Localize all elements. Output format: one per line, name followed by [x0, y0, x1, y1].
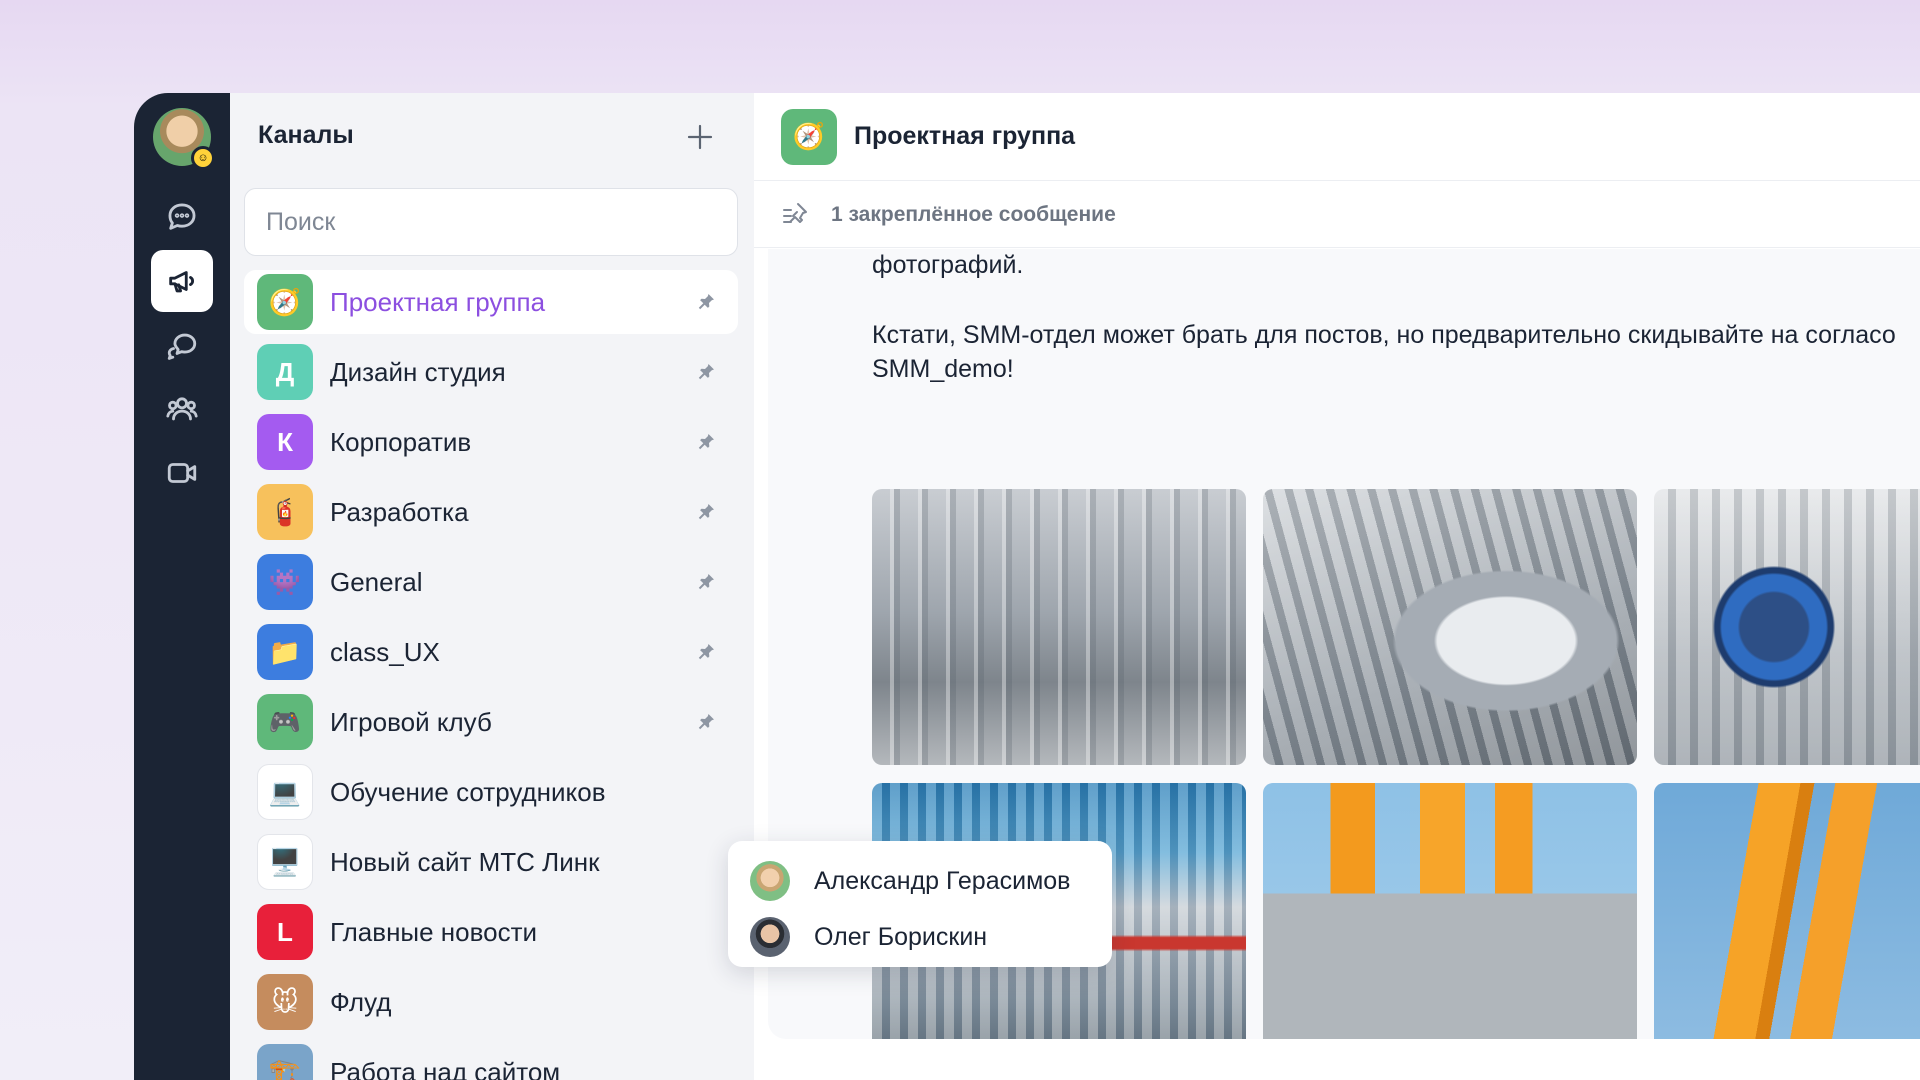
sidebar-item-label: class_UX — [330, 636, 440, 667]
sidebar-item-channel[interactable]: 👾 General — [244, 550, 738, 614]
pin-icon[interactable] — [696, 642, 716, 662]
chat-header: 🧭 Проектная группа — [754, 93, 1920, 181]
sidebar-item-channel[interactable]: 🖥️ Новый сайт МТС Линк — [244, 830, 738, 894]
nav-rail: ☺ — [134, 93, 230, 1080]
sidebar-item-label: Обучение сотрудников — [330, 776, 606, 807]
pin-icon[interactable] — [696, 502, 716, 522]
sidebar-item-label: Флуд — [330, 986, 392, 1017]
sidebar-item-label: Дизайн студия — [330, 356, 506, 387]
avatar — [750, 917, 790, 957]
sidebar-item-channel[interactable]: 🧯 Разработка — [244, 480, 738, 544]
sidebar-item-label: Работа над сайтом — [330, 1056, 561, 1080]
folder-icon: 📁 — [257, 624, 313, 680]
compass-icon: 🧭 — [257, 274, 313, 330]
plus-icon — [687, 124, 713, 150]
sidebar-item-label: Игровой клуб — [330, 706, 492, 737]
nav-chats-button[interactable] — [151, 186, 213, 248]
laptop-icon: 💻 — [257, 764, 313, 820]
threads-icon — [167, 333, 197, 360]
sidebar-item-label: Проектная группа — [330, 286, 546, 317]
status-emoji-icon[interactable]: ☺ — [191, 146, 215, 170]
nav-contacts-button[interactable] — [151, 378, 213, 440]
channel-list: 🧭 Проектная группа Д Дизайн студия К Корпорат… — [244, 270, 738, 1080]
reacted-user[interactable]: Олег Борискин — [750, 909, 1112, 965]
sidebar-item-channel[interactable]: 🏗️ Работа над сайтом — [244, 1040, 738, 1080]
sidebar-title: Каналы — [258, 121, 354, 149]
compass-icon: 🧭 — [792, 121, 826, 151]
nav-calls-button[interactable] — [151, 442, 213, 504]
megaphone-icon — [169, 271, 195, 293]
fire-extinguisher-icon: 🧯 — [257, 484, 313, 540]
sidebar-item-channel[interactable]: 💻 Обучение сотрудников — [244, 760, 738, 824]
pinned-message-bar[interactable]: 1 закреплённое сообщение — [754, 182, 1920, 248]
photo-attachment[interactable] — [1654, 489, 1920, 765]
message-text: SMM_demo! — [872, 355, 1014, 383]
photo-attachment[interactable] — [1654, 783, 1920, 1039]
chat-bubble-icon — [168, 203, 196, 230]
sidebar-item-channel[interactable]: 📁 class_UX — [244, 620, 738, 684]
photo-attachment[interactable] — [872, 489, 1246, 765]
search-input[interactable] — [244, 188, 738, 256]
reacted-user[interactable]: Александр Герасимов — [750, 853, 1112, 909]
mouse-avatar: 🐭 — [257, 974, 313, 1030]
construction-icon: 🏗️ — [257, 1044, 313, 1080]
gamepad-icon: 🎮 — [257, 694, 313, 750]
message-text: фотографий. — [872, 251, 1024, 279]
sidebar-item-label: General — [330, 566, 423, 597]
pin-icon[interactable] — [696, 432, 716, 452]
letter-avatar: Д — [257, 344, 313, 400]
sidebar-item-channel[interactable]: 🧭 Проектная группа — [244, 270, 738, 334]
channel-avatar[interactable]: 🧭 — [781, 108, 837, 165]
sidebar-item-label: Разработка — [330, 496, 469, 527]
sidebar-item-label: Главные новости — [330, 916, 538, 947]
pin-icon[interactable] — [696, 712, 716, 732]
sidebar-item-channel[interactable]: 🎮 Игровой клуб — [244, 690, 738, 754]
sidebar-item-label: Новый сайт МТС Линк — [330, 846, 600, 877]
sidebar-item-channel[interactable]: Д Дизайн студия — [244, 340, 738, 404]
website-icon: 🖥️ — [257, 834, 313, 890]
letter-avatar: К — [257, 414, 313, 470]
nav-threads-button[interactable] — [151, 314, 213, 376]
add-channel-button[interactable] — [680, 117, 720, 157]
user-avatar[interactable]: ☺ — [153, 108, 215, 170]
video-camera-icon — [167, 463, 197, 483]
pin-icon[interactable] — [696, 362, 716, 382]
mts-link-logo-icon: L — [257, 904, 313, 960]
photo-attachment[interactable] — [1263, 783, 1637, 1039]
photo-attachment[interactable] — [1263, 489, 1637, 765]
pin-icon[interactable] — [696, 572, 716, 592]
user-name: Олег Борискин — [814, 922, 988, 951]
user-name: Александр Герасимов — [814, 866, 1071, 895]
channels-sidebar: Каналы 🧭 Проектная группа Д Дизайн студия КК… — [230, 93, 754, 1080]
reacted-users-popover: Александр Герасимов Олег Борискин — [728, 841, 1112, 967]
sidebar-item-channel[interactable]: 🐭 Флуд — [244, 970, 738, 1034]
people-icon — [166, 397, 198, 421]
sidebar-item-channel[interactable]: К Корпоратив — [244, 410, 738, 474]
nav-channels-button[interactable] — [151, 250, 213, 312]
pin-list-icon — [783, 202, 807, 223]
alien-icon: 👾 — [257, 554, 313, 610]
message-text: Кстати, SMM-отдел может брать для постов… — [872, 321, 1896, 349]
pinned-message-text: 1 закреплённое сообщение — [831, 202, 1116, 226]
sidebar-item-label: Корпоратив — [330, 426, 472, 457]
chat-title[interactable]: Проектная группа — [854, 122, 1075, 151]
sidebar-item-channel[interactable]: L Главные новости — [244, 900, 738, 964]
avatar — [750, 861, 790, 901]
pin-icon[interactable] — [696, 292, 716, 312]
